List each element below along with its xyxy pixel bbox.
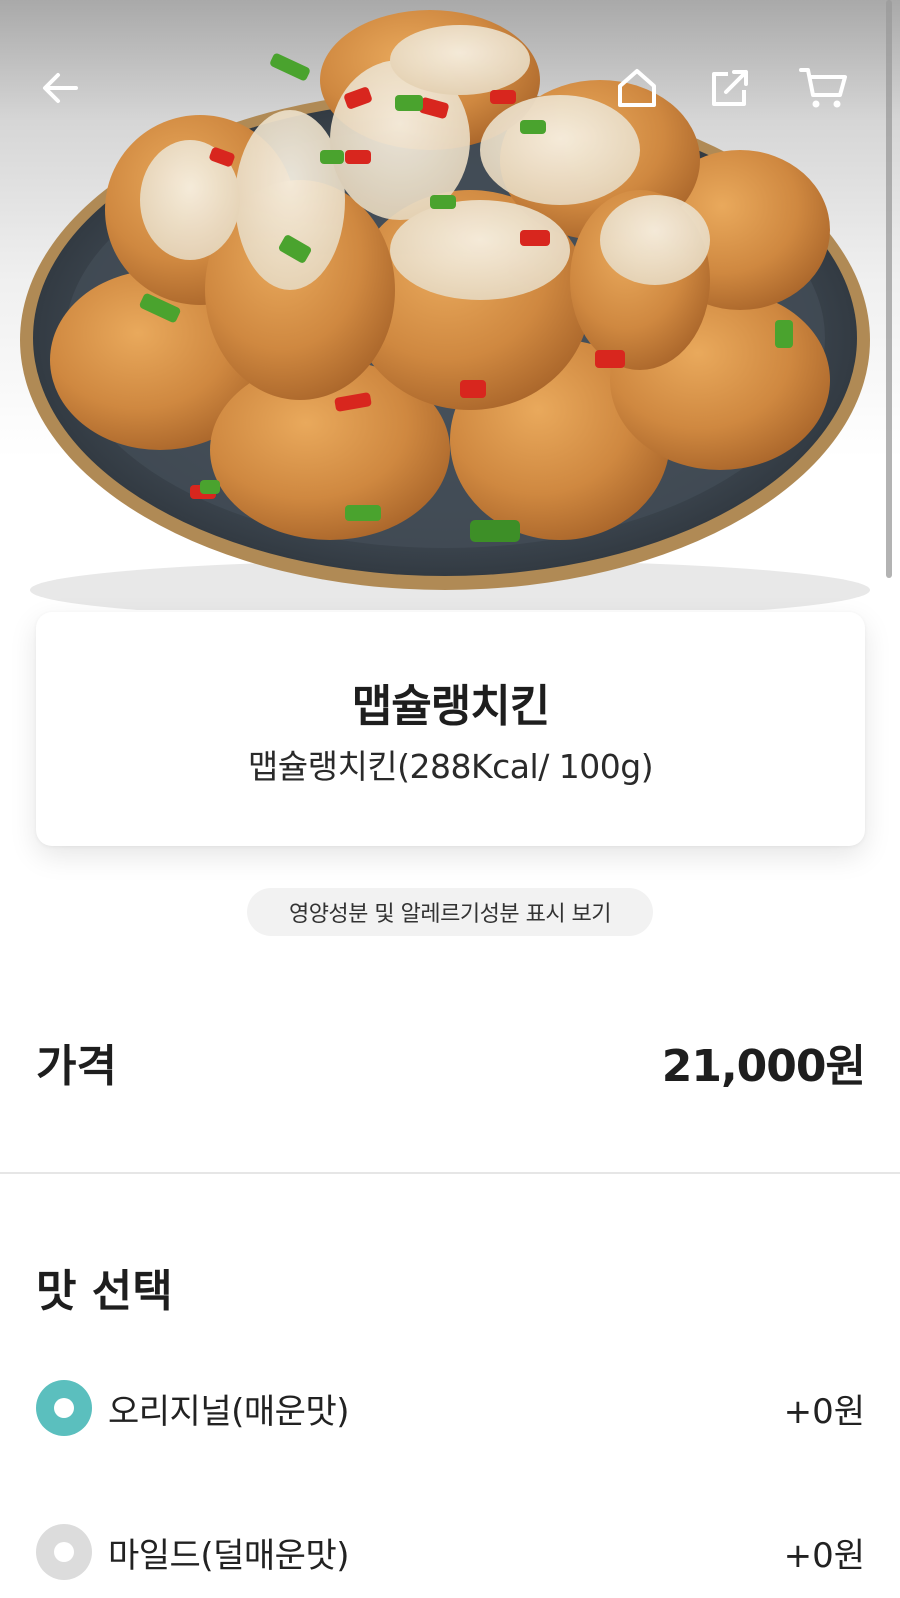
product-name: 맵슐랭치킨 [351, 681, 550, 732]
cart-icon [799, 68, 847, 108]
flavor-section-title: 맛 선택 [36, 1266, 173, 1317]
product-info-card: 맵슐랭치킨 맵슐랭치킨(288Kcal/ 100g) [36, 612, 865, 846]
price-row: 가격 21,000원 [36, 1030, 866, 1092]
flavor-option-label: 오리지널(매운맛) [108, 1391, 350, 1432]
price-label: 가격 [36, 1041, 117, 1092]
flavor-option-original[interactable]: 오리지널(매운맛) +0원 [36, 1378, 865, 1438]
price-value: 21,000원 [661, 1041, 866, 1092]
back-button[interactable] [30, 58, 90, 118]
radio-unselected-icon[interactable] [36, 1524, 92, 1580]
home-icon [618, 69, 656, 107]
product-description: 맵슐랭치킨(288Kcal/ 100g) [247, 747, 654, 786]
cart-button[interactable] [793, 58, 853, 118]
section-divider [0, 1172, 900, 1174]
radio-selected-icon[interactable] [36, 1380, 92, 1436]
flavor-option-mild[interactable]: 마일드(덜매운맛) +0원 [36, 1522, 865, 1582]
share-button[interactable] [700, 58, 760, 118]
scrollbar-thumb[interactable] [886, 0, 892, 578]
scrollbar[interactable] [886, 0, 892, 580]
flavor-option-price: +0원 [783, 1391, 865, 1432]
product-hero-image [0, 0, 900, 610]
share-icon [712, 70, 748, 106]
flavor-option-label: 마일드(덜매운맛) [108, 1535, 350, 1576]
home-button[interactable] [607, 58, 667, 118]
nutrition-allergy-button[interactable]: 영양성분 및 알레르기성분 표시 보기 [247, 888, 653, 936]
fried-chicken-photo [20, 10, 870, 610]
arrow-left-icon [43, 73, 78, 103]
flavor-option-price: +0원 [783, 1535, 865, 1576]
